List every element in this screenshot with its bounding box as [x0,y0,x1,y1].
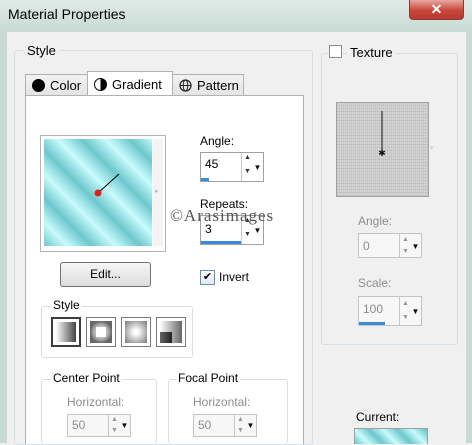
angle-dropdown-icon[interactable]: ▼ [252,153,263,181]
texture-direction-handle[interactable]: ✱ [337,103,428,196]
focal-point-label: Focal Point [176,371,241,385]
texture-angle-dropdown-icon[interactable]: ▼ [410,234,421,257]
angle-label: Angle: [200,134,235,148]
texture-angle-value[interactable]: 0 [363,239,370,253]
tab-color-label: Color [50,78,82,93]
center-point-label: Center Point [51,371,122,385]
center-horizontal-spinner[interactable]: 50 ▲ ▼ ▼ [67,414,131,437]
globe-icon [179,79,192,92]
invert-checkbox[interactable]: ✔ [200,270,215,285]
texture-scale-level-bar [359,322,385,325]
texture-label: Texture [347,45,396,60]
focal-dropdown-icon[interactable]: ▼ [245,415,256,436]
style-group-label: Style [24,43,59,58]
tab-pattern[interactable]: Pattern [172,74,244,96]
checkmark-icon: ✔ [202,271,213,283]
gradient-preview[interactable] [44,139,152,246]
svg-text:✱: ✱ [378,148,386,158]
gradient-direction-handle[interactable] [44,139,152,246]
focal-horizontal-value[interactable]: 50 [198,418,211,432]
texture-scale-spinner[interactable]: 100 ▲ ▼ ▼ [358,296,422,326]
invert-label: Invert [219,270,250,284]
center-horizontal-value[interactable]: 50 [72,418,85,432]
angle-level-bar [201,178,209,181]
repeats-level-bar [201,241,241,244]
preview-scrollbar[interactable]: ▸ [153,139,163,246]
preview-scroll-arrow-icon: ▸ [155,188,159,195]
texture-scale-label: Scale: [358,276,392,290]
tab-gradient-label: Gradient [112,76,162,92]
rectangular-gradient-icon[interactable] [86,317,116,347]
radial-gradient-icon[interactable] [156,317,186,347]
gradient-style-label: Style [51,298,82,312]
texture-preview[interactable]: ✱ [336,102,429,197]
angle-value[interactable]: 45 [205,157,218,171]
window-title: Material Properties [8,6,126,22]
tab-gradient[interactable]: Gradient [87,71,173,96]
close-button[interactable]: ✕ [409,0,464,20]
focal-horizontal-spinner[interactable]: 50 ▲ ▼ ▼ [193,414,257,437]
linear-gradient-icon[interactable] [51,317,81,347]
tab-color[interactable]: Color [25,74,88,96]
black-circle-icon [32,79,45,92]
texture-angle-spinner[interactable]: 0 ▲ ▼ ▼ [358,233,422,258]
gradient-circle-icon [94,77,107,91]
edit-button[interactable]: Edit... [60,262,151,287]
tab-pattern-label: Pattern [197,78,239,93]
current-material-swatch[interactable] [354,428,428,444]
texture-checkbox[interactable] [329,45,342,58]
focal-horizontal-label: Horizontal: [193,395,251,409]
center-horizontal-label: Horizontal: [67,395,125,409]
sunburst-gradient-icon[interactable] [121,317,151,347]
close-icon: ✕ [430,1,443,17]
texture-angle-label: Angle: [358,214,393,228]
center-dropdown-icon[interactable]: ▼ [119,415,130,436]
texture-scrollbar[interactable]: ▾ [428,102,438,195]
texture-scale-dropdown-icon[interactable]: ▼ [410,297,421,325]
texture-scale-value[interactable]: 100 [363,302,383,316]
current-label: Current: [356,410,400,424]
angle-spinner[interactable]: 45 ▲ ▼ ▼ [200,152,264,182]
watermark: ©Arasimages [170,206,275,225]
texture-scroll-arrow-icon: ▾ [430,145,434,152]
